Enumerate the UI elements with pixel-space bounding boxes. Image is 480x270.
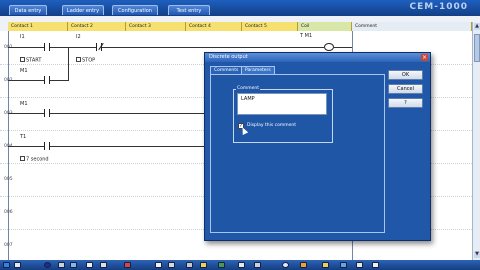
contact-i2-comment: STOP — [76, 57, 95, 64]
tab-parameters[interactable]: Parameters — [241, 66, 275, 74]
brand-logo: CEM-1000 — [409, 2, 468, 12]
scroll-down-arrow-icon[interactable]: ▼ — [474, 251, 480, 258]
rung-wire — [334, 47, 352, 48]
comment-group-title: Comment — [236, 86, 261, 91]
app-icon[interactable] — [340, 262, 347, 268]
app-icon[interactable] — [356, 262, 363, 268]
discrete-output-dialog: Discrete output × Comments Parameters — [204, 52, 431, 241]
dialog-title: Discrete output — [205, 53, 430, 62]
contact-m1-parallel-label: M1 — [20, 68, 28, 74]
rung-wire — [50, 47, 96, 48]
display-comment-label: Display this comment — [247, 123, 297, 128]
tab-ladder-entry[interactable]: Ladder entry — [62, 5, 104, 15]
app-icon[interactable] — [254, 262, 261, 268]
app-window: Data entry Ladder entry Configuration Te… — [0, 0, 480, 270]
ok-button[interactable]: OK — [388, 70, 423, 80]
rung-wire — [8, 47, 44, 48]
rung-wire — [102, 47, 324, 48]
row-number: 007 — [4, 243, 13, 248]
branch-wire — [8, 80, 44, 81]
row-number: 005 — [4, 177, 13, 182]
contact-i1-comment: START — [20, 57, 41, 64]
header-comment: Comment — [352, 22, 472, 31]
app-icon[interactable] — [218, 262, 225, 268]
clock-icon[interactable] — [282, 262, 289, 268]
tab-test-entry[interactable]: Test entry — [168, 5, 210, 15]
contact-t1-label: T1 — [20, 134, 27, 140]
header-coil: Coil — [298, 22, 352, 31]
app-icon[interactable] — [200, 262, 207, 268]
app-icon[interactable] — [155, 262, 162, 268]
app-icon[interactable] — [372, 262, 379, 268]
app-icon[interactable] — [168, 262, 175, 268]
contact-i1-label: I1 — [20, 34, 25, 40]
header-contact-3: Contact 3 — [126, 22, 186, 31]
branch-wire — [68, 47, 69, 81]
rung-wire — [8, 113, 44, 114]
app-icon[interactable] — [238, 262, 245, 268]
row-number: 006 — [4, 210, 13, 215]
header-contact-1: Contact 1 — [8, 22, 68, 31]
tab-data-entry[interactable]: Data entry — [9, 5, 47, 15]
scroll-up-arrow-icon[interactable]: ▲ — [474, 23, 480, 30]
vertical-scrollbar[interactable]: ▲ ▼ — [472, 22, 480, 260]
scrollbar-thumb[interactable] — [474, 34, 480, 62]
header-contact-4: Contact 4 — [186, 22, 242, 31]
rung-wire — [50, 146, 204, 147]
branch-wire — [50, 80, 68, 81]
comment-input[interactable]: LAMP — [237, 93, 327, 115]
app-icon[interactable] — [300, 262, 307, 268]
app-icon[interactable] — [186, 262, 193, 268]
header-contact-2: Contact 2 — [68, 22, 126, 31]
app-icon[interactable] — [124, 262, 131, 268]
coil-m1-label: T M1 — [300, 33, 313, 39]
rung-wire — [50, 113, 204, 114]
contact-t1-comment: 7 second — [20, 156, 49, 163]
cancel-button[interactable]: Cancel — [388, 84, 423, 94]
header-contact-5: Contact 5 — [242, 22, 298, 31]
globe-icon[interactable] — [44, 262, 51, 268]
start-icon[interactable] — [3, 262, 10, 268]
tab-configuration[interactable]: Configuration — [112, 5, 158, 15]
coil-m1[interactable] — [324, 43, 334, 51]
close-icon[interactable]: × — [421, 54, 428, 61]
taskbar — [0, 260, 480, 270]
app-icon[interactable] — [322, 262, 329, 268]
rung-wire — [8, 146, 44, 147]
app-icon[interactable] — [14, 262, 21, 268]
contact-m1-label: M1 — [20, 101, 28, 107]
help-button[interactable]: ? — [388, 98, 423, 108]
app-icon[interactable] — [86, 262, 93, 268]
app-icon[interactable] — [58, 262, 65, 268]
top-banner: Data entry Ladder entry Configuration Te… — [0, 0, 480, 16]
app-icon[interactable] — [70, 262, 77, 268]
contact-i2-label: I2 — [76, 34, 81, 40]
app-icon[interactable] — [100, 262, 107, 268]
